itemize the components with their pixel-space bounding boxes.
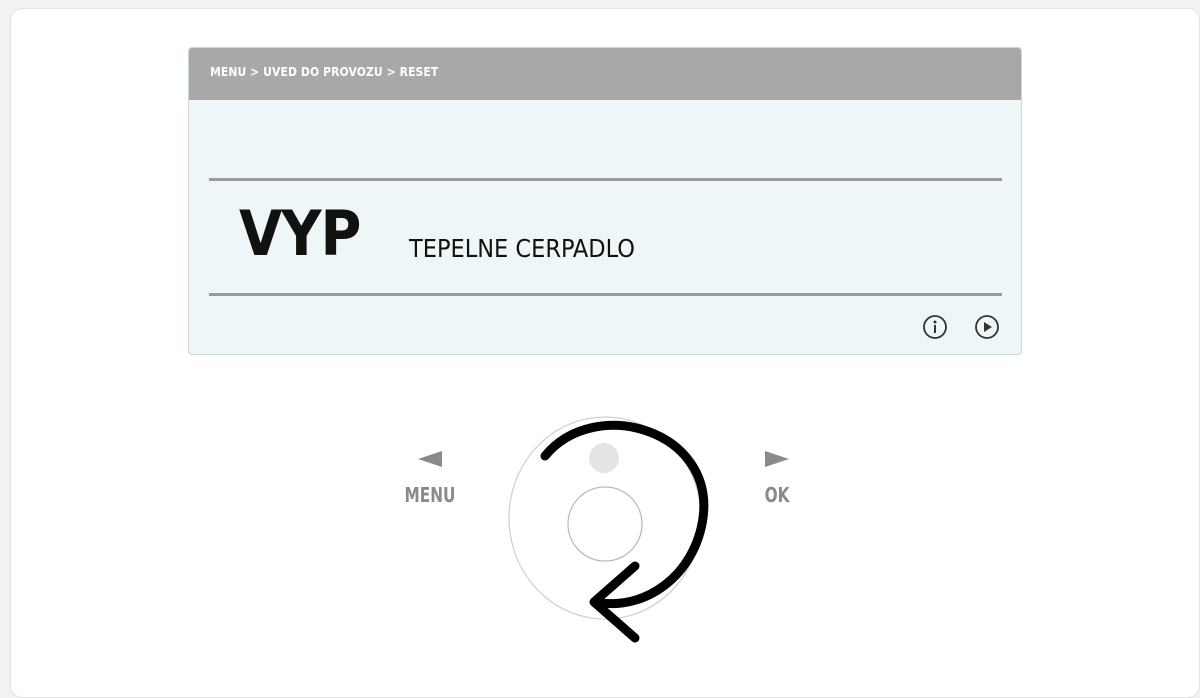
setting-value: VYP	[239, 197, 361, 270]
rotary-dial[interactable]	[485, 400, 725, 682]
display-header: MENU > UVED DO PROVOZU > RESET	[189, 48, 1021, 100]
right-arrow-icon	[765, 451, 789, 467]
dial-indicator-dot	[589, 443, 619, 473]
left-arrow-icon	[418, 451, 442, 467]
info-icon[interactable]	[922, 314, 948, 340]
breadcrumb: MENU > UVED DO PROVOZU > RESET	[210, 65, 439, 79]
divider-top	[209, 178, 1002, 181]
menu-label: MENU	[404, 483, 456, 507]
divider-bottom	[209, 293, 1002, 296]
menu-button[interactable]: MENU	[390, 450, 470, 506]
setting-label: TEPELNE CERPADLO	[409, 234, 635, 263]
ok-button[interactable]: OK	[737, 450, 817, 506]
dial-center-button	[567, 486, 643, 562]
ok-label: OK	[764, 483, 790, 507]
lcd-display: MENU > UVED DO PROVOZU > RESET VYP TEPEL…	[188, 47, 1022, 355]
play-icon[interactable]	[974, 314, 1000, 340]
